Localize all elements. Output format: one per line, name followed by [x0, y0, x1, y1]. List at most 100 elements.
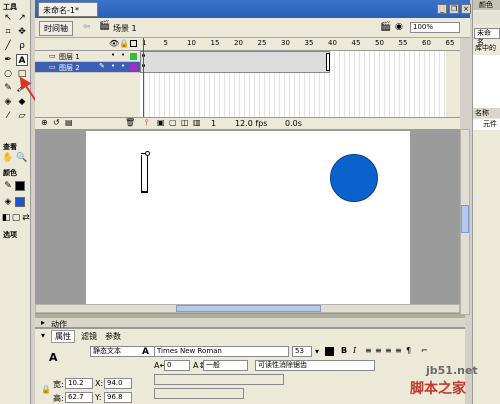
actions-bar[interactable]: ▸ 动作: [35, 318, 465, 329]
close-icon[interactable]: ×: [461, 4, 471, 14]
layer-row-2[interactable]: ▭ 图层 2 ✎ • •: [35, 62, 140, 73]
layer-icon: ▭: [49, 63, 56, 71]
height-field[interactable]: 62.7: [65, 392, 93, 403]
text-box[interactable]: [141, 155, 148, 193]
center-frame-icon[interactable]: ⫯: [145, 118, 148, 128]
back-arrow-icon[interactable]: ⇦: [83, 22, 91, 32]
timeline-vscroll[interactable]: [446, 51, 460, 117]
blue-circle[interactable]: [330, 154, 378, 202]
edit-multiple-icon[interactable]: ◫: [181, 118, 189, 127]
onion-outline-icon[interactable]: ▢: [169, 118, 177, 127]
text-tool-big-icon: A: [49, 351, 58, 364]
stage-vscroll[interactable]: [460, 129, 470, 315]
lock-dot[interactable]: •: [121, 51, 125, 59]
layer-color-square[interactable]: [130, 64, 137, 71]
baseline-select[interactable]: 一般: [203, 360, 248, 371]
width-label: 宽:: [53, 380, 64, 389]
bold-icon[interactable]: B: [341, 346, 347, 355]
frame-number: 10: [187, 39, 196, 47]
timeline-frames[interactable]: [140, 38, 460, 117]
edit-scene-icon[interactable]: 🎬: [380, 22, 391, 32]
target-field[interactable]: [154, 388, 244, 399]
layer-row-1[interactable]: ▭ 图层 1 • •: [35, 51, 140, 62]
rendering-select[interactable]: 可读性消除锯齿: [255, 360, 375, 371]
width-field[interactable]: 10.2: [65, 378, 93, 389]
document-titlebar: 未命名-1* _ ❐ ×: [35, 0, 471, 18]
timeline-header: 👁 🔒 1 5 10 15 20 25 30 35 40 45 50 55 60 65: [35, 38, 460, 51]
watermark-brand: 脚本之家: [410, 381, 466, 397]
timeline-button[interactable]: 时间轴: [39, 21, 73, 36]
font-size-field[interactable]: 53: [292, 346, 312, 357]
right-panel: 颜色 未命名 库中的 名称 元件: [472, 0, 500, 404]
library-item[interactable]: 元件: [473, 119, 500, 130]
timeline-status-bar: ⊕ ↺ ▤ 🗑 ⫯ ▣ ▢ ◫ ▥ 1 12.0 fps 0.0s: [35, 117, 460, 129]
italic-icon[interactable]: I: [353, 346, 356, 355]
right-panel-header[interactable]: 颜色: [473, 0, 500, 10]
frame-number: 55: [398, 39, 408, 47]
frame-number: 65: [445, 39, 455, 47]
frame-number: 5: [163, 39, 168, 47]
visible-dot[interactable]: •: [111, 51, 115, 59]
collapse-arrow-icon[interactable]: ▾: [41, 331, 45, 340]
onion-skin-icon[interactable]: ▣: [157, 118, 165, 127]
watermark-site: jb51.net: [426, 364, 478, 377]
end-frame[interactable]: [326, 53, 330, 71]
layer-color-square[interactable]: [130, 53, 137, 60]
orientation-icon[interactable]: ⌐: [421, 346, 428, 355]
add-layer-icon[interactable]: ⊕: [41, 118, 48, 127]
lock-size-icon[interactable]: 🔒: [41, 385, 51, 394]
expand-arrow-icon[interactable]: ▸: [41, 318, 45, 327]
lock-icon[interactable]: 🔒: [119, 39, 129, 48]
edit-symbols-icon[interactable]: ◉: [395, 22, 403, 32]
frame-number: 50: [375, 39, 384, 47]
stage-hscroll-thumb[interactable]: [176, 305, 321, 312]
stage-vscroll-thumb[interactable]: [461, 205, 469, 233]
frame-number: 15: [210, 39, 220, 47]
layer-name: 图层 1: [59, 53, 80, 61]
delete-layer-icon[interactable]: 🗑: [125, 118, 135, 127]
playhead[interactable]: [143, 38, 144, 117]
frame-span: [140, 51, 330, 73]
url-field[interactable]: [154, 374, 284, 385]
align-justify-icon[interactable]: ≡: [395, 346, 402, 355]
x-label: X:: [95, 379, 104, 388]
size-slider-icon[interactable]: ▾: [315, 347, 319, 356]
stage-canvas[interactable]: [86, 131, 410, 304]
right-panel-subheader[interactable]: [473, 12, 500, 24]
outline-icon[interactable]: [130, 40, 137, 47]
minimize-icon[interactable]: _: [437, 4, 447, 14]
align-center-icon[interactable]: ≡: [375, 346, 382, 355]
tab-filters[interactable]: 滤镜: [81, 331, 97, 342]
properties-panel: ▾ 属性 滤镜 参数 A 静态文本 A Times New Roman 53 ▾…: [35, 328, 465, 404]
restore-icon[interactable]: ❐: [449, 4, 459, 14]
zoom-select[interactable]: 100%: [410, 22, 460, 33]
frame-numbers: 1 5 10 15 20 25 30 35 40 45 50 55 60 65: [140, 39, 460, 50]
add-guide-icon[interactable]: ↺: [53, 118, 60, 127]
text-type-letter: A: [142, 347, 149, 357]
text-color-swatch[interactable]: [325, 347, 334, 356]
library-item-label: 元件: [483, 120, 497, 128]
x-field[interactable]: 94.0: [104, 378, 132, 389]
text-box-handle[interactable]: [145, 151, 150, 156]
add-folder-icon[interactable]: ▤: [65, 118, 73, 127]
library-doc-select[interactable]: 未命名: [474, 28, 500, 46]
document-tab[interactable]: 未命名-1*: [38, 2, 98, 17]
align-right-icon[interactable]: ≡: [385, 346, 392, 355]
eye-icon[interactable]: 👁: [109, 39, 119, 48]
tab-properties[interactable]: 属性: [51, 330, 75, 343]
align-left-icon[interactable]: ≡: [365, 346, 372, 355]
y-field[interactable]: 96.8: [104, 392, 132, 403]
stage-hscroll[interactable]: [35, 304, 460, 313]
y-label: Y:: [95, 393, 102, 402]
visible-dot[interactable]: •: [111, 62, 115, 70]
onion-markers-icon[interactable]: ▥: [193, 118, 201, 127]
letter-spacing-field[interactable]: 0: [164, 360, 190, 371]
frame-number: 40: [328, 39, 337, 47]
tab-parameters[interactable]: 参数: [105, 331, 121, 342]
frame-number: 25: [257, 39, 267, 47]
scene-toolbar: 时间轴 ⇦ 🎬 场景 1 🎬 ◉ 100%: [35, 18, 470, 38]
font-select[interactable]: Times New Roman: [154, 346, 289, 357]
paragraph-icon[interactable]: ¶: [406, 346, 411, 355]
frame-rate: 12.0 fps: [235, 119, 268, 128]
lock-dot[interactable]: •: [121, 62, 125, 70]
